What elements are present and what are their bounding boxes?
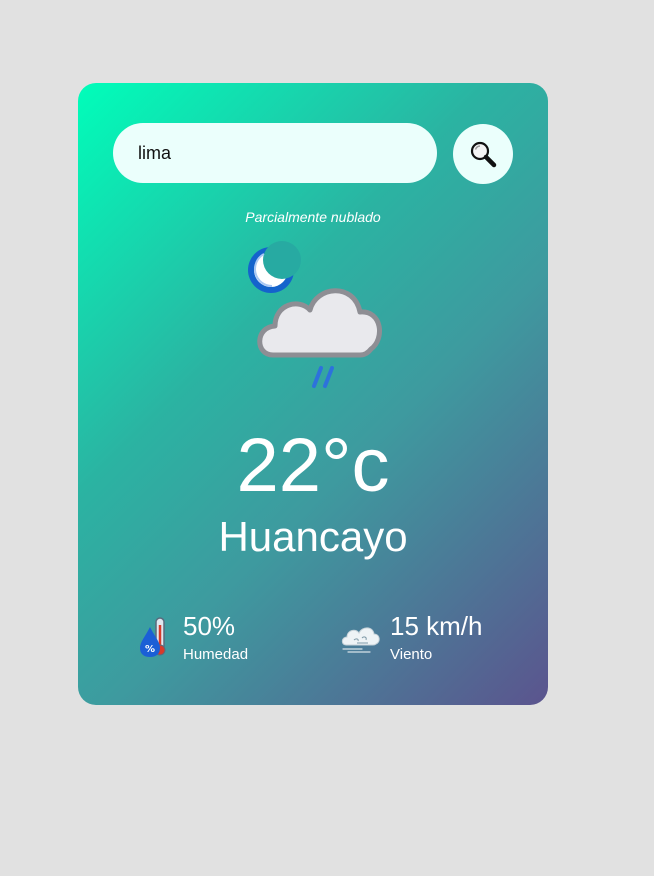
humidity-detail: % 50% Humedad (138, 609, 248, 665)
humidity-icon: % (140, 617, 166, 657)
wind-value: 15 km/h (390, 611, 483, 641)
search-button[interactable] (453, 124, 513, 184)
temperature: 22°c (236, 423, 390, 508)
wind-label: Viento (390, 646, 433, 663)
city-name: Huancayo (218, 513, 408, 560)
humidity-label: Humedad (183, 646, 249, 663)
humidity-value: 50% (183, 611, 236, 641)
wind-detail: 15 km/h Viento (340, 609, 483, 665)
wind-icon (341, 627, 380, 653)
magnifier-icon (470, 141, 497, 168)
svg-text:%: % (145, 644, 155, 655)
search-input[interactable] (113, 123, 437, 183)
weather-condition: Parcialmente nublado (245, 209, 381, 225)
weather-card: Parcialmente nublado 22°c Huancayo % 50%… (78, 83, 548, 705)
night-cloud-rain-icon (248, 241, 382, 388)
